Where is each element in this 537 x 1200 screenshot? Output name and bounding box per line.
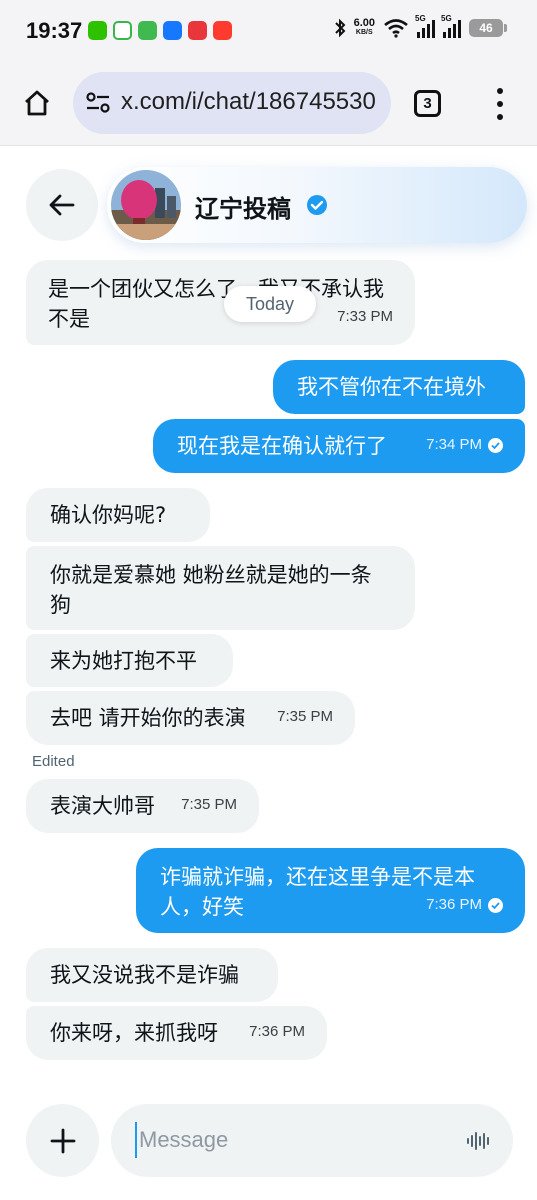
signal-1-label: 5G: [415, 14, 426, 23]
tab-switcher-button[interactable]: 3: [414, 90, 441, 117]
message-incoming[interactable]: 我又没说我不是诈骗: [26, 948, 278, 1002]
chat-title: 辽宁投稿: [195, 195, 291, 223]
message-incoming[interactable]: 你就是爱慕她 她粉丝就是她的一条狗: [26, 546, 415, 630]
status-time: 19:37: [26, 18, 83, 43]
message-time: 7:34 PM: [426, 436, 482, 453]
browser-toolbar: x.com/i/chat/186745530 3: [0, 62, 537, 146]
message-input[interactable]: [135, 1122, 435, 1158]
message-outgoing[interactable]: 我不管你在不在境外: [273, 360, 525, 414]
message-time: 7:36 PM: [426, 896, 482, 913]
message-text: 我不管你在不在境外: [297, 375, 486, 399]
messages-icon: [138, 21, 157, 40]
wechat-icon: [88, 21, 107, 40]
url-text: x.com/i/chat/186745530: [121, 88, 376, 115]
signal-2-label: 5G: [441, 14, 452, 23]
china-mobile-icon: [113, 21, 132, 40]
arrow-left-icon: [49, 194, 75, 216]
message-time: 7:35 PM: [277, 708, 333, 725]
verified-badge-icon: [307, 195, 327, 215]
message-composer[interactable]: [111, 1104, 513, 1177]
battery-indicator: 46: [469, 19, 507, 37]
avatar[interactable]: [111, 170, 181, 240]
avatar-image: [111, 170, 181, 240]
alipay-icon: [163, 21, 182, 40]
status-indicators: 6.00 KB/S 5G 5G 46: [334, 14, 507, 38]
home-button[interactable]: [18, 84, 56, 122]
shopping-app-icon: [213, 21, 232, 40]
voice-waveform-icon[interactable]: [467, 1131, 489, 1151]
site-settings-icon[interactable]: [85, 92, 111, 114]
message-text: 来为她打抱不平: [50, 649, 197, 673]
more-vertical-icon[interactable]: [490, 88, 510, 120]
message-text: 去吧 请开始你的表演: [50, 706, 246, 730]
message-incoming[interactable]: 表演大帅哥 7:35 PM: [26, 779, 259, 833]
date-separator: Today: [224, 286, 316, 322]
url-bar[interactable]: x.com/i/chat/186745530: [73, 72, 391, 134]
home-icon: [25, 90, 49, 116]
message-incoming[interactable]: 确认你妈呢?: [26, 488, 210, 542]
notification-icons: [88, 21, 232, 40]
message-text: 确认你妈呢?: [50, 503, 167, 527]
add-attachment-button[interactable]: [26, 1104, 99, 1177]
check-circle-icon: [488, 897, 503, 913]
message-time: 7:36 PM: [249, 1023, 305, 1040]
wifi-icon: [384, 19, 408, 38]
message-incoming[interactable]: 是一个团伙又怎么了，我又不承认我不是 7:33 PM: [26, 260, 415, 345]
message-text: 表演大帅哥: [50, 794, 155, 818]
message-incoming[interactable]: 去吧 请开始你的表演 7:35 PM: [26, 691, 355, 745]
message-time: 7:33 PM: [337, 308, 393, 325]
message-outgoing[interactable]: 现在我是在确认就行了 7:34 PM: [153, 419, 525, 473]
back-button[interactable]: [26, 169, 98, 241]
check-circle-icon: [488, 437, 503, 453]
message-time: 7:35 PM: [181, 796, 237, 813]
message-incoming[interactable]: 你来呀，来抓我呀 7:36 PM: [26, 1006, 327, 1060]
message-outgoing[interactable]: 诈骗就诈骗，还在这里争是不是本人，好笑 7:36 PM: [136, 848, 525, 933]
signal-2-icon: 5G: [441, 14, 461, 38]
message-text: 你就是爱慕她 她粉丝就是她的一条狗: [50, 563, 372, 617]
message-text: 你来呀，来抓我呀: [50, 1021, 218, 1045]
plus-icon: [50, 1128, 75, 1153]
chat-header[interactable]: 辽宁投稿: [107, 167, 527, 243]
net-speed: 6.00 KB/S: [354, 18, 375, 38]
music-icon: [188, 21, 207, 40]
signal-1-icon: 5G: [415, 14, 435, 38]
message-text: 我又没说我不是诈骗: [50, 963, 239, 987]
bluetooth-icon: [334, 18, 345, 38]
net-speed-unit: KB/S: [355, 29, 373, 36]
message-incoming[interactable]: 来为她打抱不平: [26, 634, 233, 687]
status-bar: 19:37 6.00 KB/S 5G 5G 46: [0, 0, 537, 62]
edited-label: Edited: [32, 753, 75, 770]
